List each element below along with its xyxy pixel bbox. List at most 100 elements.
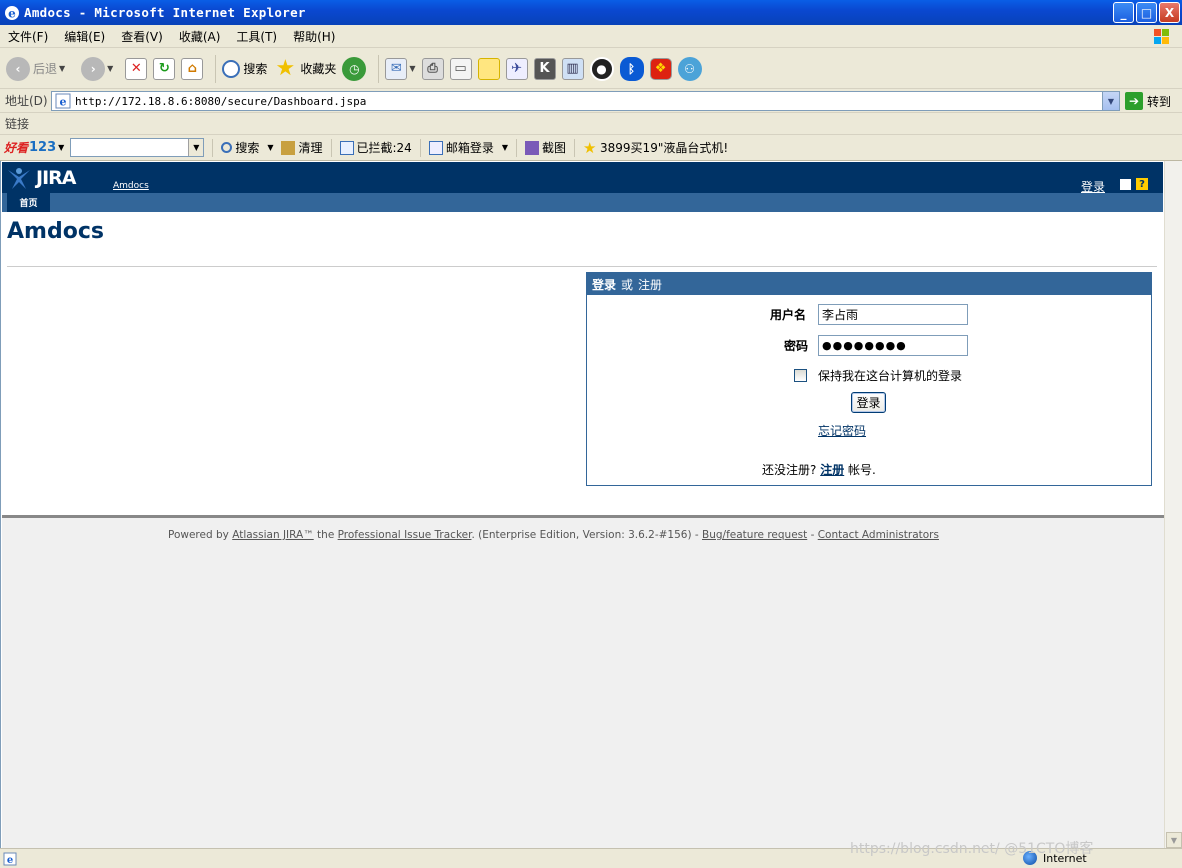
refresh-button[interactable]: ↻ (153, 57, 176, 80)
research-button[interactable]: ▥ (561, 57, 584, 80)
hao123-blocked-label: 已拦截:24 (356, 141, 412, 155)
password-field[interactable]: ●●●●●●●● (818, 335, 968, 356)
go-arrow-icon: ➔ (1125, 92, 1143, 110)
hao123-ad-label: 3899买19"液晶台式机! (600, 141, 729, 155)
hao123-mail-button[interactable]: 邮箱登录 ▼ (428, 139, 508, 156)
hao123-separator (212, 138, 214, 157)
watermark: https://blog.csdn.net/ @51CTO博客 (850, 841, 1094, 857)
msn-button[interactable]: ⚇ (677, 56, 702, 81)
stop-button[interactable]: ✕ (125, 57, 148, 80)
address-label: 地址(D) (5, 94, 48, 108)
address-dropdown-icon[interactable]: ▼ (1102, 92, 1119, 110)
menu-favorites[interactable]: 收藏(A) (171, 28, 229, 45)
ie-logo-icon: e (5, 5, 19, 20)
scroll-down-icon[interactable]: ▼ (1166, 832, 1182, 848)
msn-people-icon: ⚇ (677, 56, 702, 81)
login-header-or: 或 (621, 277, 634, 292)
menu-file[interactable]: 文件(F) (0, 28, 56, 45)
discuss-button[interactable] (477, 57, 500, 80)
hao123-separator (419, 138, 421, 157)
print-icon: ⎙ (421, 57, 444, 80)
print-button[interactable]: ⎙ (421, 57, 444, 80)
back-button[interactable]: ‹ 后退 ▼ (6, 56, 65, 81)
atlassian-jira-link[interactable]: Atlassian JIRA™ (232, 529, 314, 541)
links-bar: 链接 (0, 113, 1182, 135)
hao123-search-dropdown-icon[interactable]: ▼ (267, 143, 273, 152)
print-icon[interactable] (1120, 179, 1131, 190)
qq-button[interactable]: ● (589, 56, 614, 81)
issue-tracker-link[interactable]: Professional Issue Tracker (338, 529, 472, 541)
page-viewport: JIRA Amdocs 登录 ? 首页 Amdocs 登录 或 注册 用户名 李… (0, 161, 1164, 848)
menu-help[interactable]: 帮助(H) (285, 28, 343, 45)
wallet-button[interactable]: ❖ (649, 57, 672, 80)
hao123-dropdown-icon[interactable]: ▼ (58, 143, 64, 152)
hao123-logo-text: 好看 (4, 141, 29, 155)
go-button[interactable]: ➔ 转到 (1125, 92, 1171, 110)
maximize-button[interactable]: □ (1136, 2, 1157, 23)
menu-edit[interactable]: 编辑(E) (56, 28, 113, 45)
messenger-icon: ✈ (505, 57, 528, 80)
signup-prefix: 还没注册? (762, 463, 817, 477)
forward-dropdown-icon[interactable]: ▼ (107, 64, 113, 73)
hao123-screenshot-button[interactable]: 截图 (525, 139, 566, 156)
links-label[interactable]: 链接 (5, 115, 29, 132)
edit-button[interactable]: ▭ (449, 57, 472, 80)
toolbar-separator (215, 54, 217, 83)
divider (7, 266, 1157, 267)
mail-button[interactable]: ✉ ▼ (385, 57, 416, 80)
k-tool-button[interactable]: K (533, 57, 556, 80)
remember-me-label: 保持我在这台计算机的登录 (818, 369, 963, 383)
address-input[interactable]: e http://172.18.8.6:8080/secure/Dashboar… (51, 91, 1120, 111)
svg-text:e: e (60, 96, 67, 109)
menu-view[interactable]: 查看(V) (113, 28, 171, 45)
window-titlebar[interactable]: e Amdocs - Microsoft Internet Explorer _… (0, 0, 1182, 25)
bluetooth-button[interactable]: ᛒ (619, 56, 644, 81)
messenger-button[interactable]: ✈ (505, 57, 528, 80)
login-submit-button[interactable]: 登录 (851, 392, 886, 413)
bug-request-link[interactable]: Bug/feature request (702, 529, 807, 541)
help-icon[interactable]: ? (1136, 178, 1148, 190)
back-dropdown-icon[interactable]: ▼ (59, 64, 65, 73)
hao123-separator (574, 138, 576, 157)
hao123-mail-label: 邮箱登录 (445, 141, 494, 155)
remember-me-checkbox[interactable] (794, 369, 807, 382)
username-field[interactable]: 李占雨 (818, 304, 968, 325)
login-header-register[interactable]: 注册 (638, 276, 662, 293)
hao123-search-input[interactable]: ▼ (70, 138, 205, 157)
vertical-scrollbar[interactable]: ▼ (1164, 161, 1182, 848)
favorites-button[interactable]: ★ 收藏夹 (273, 56, 336, 81)
forgot-password-link[interactable]: 忘记密码 (818, 422, 866, 439)
hao123-input-dropdown-icon[interactable]: ▼ (188, 139, 204, 156)
minimize-button[interactable]: _ (1113, 2, 1134, 23)
hao123-ad-link[interactable]: ★ 3899买19"液晶台式机! (583, 139, 728, 156)
jira-logo[interactable]: JIRA (6, 166, 76, 190)
search-button[interactable]: 搜索 (222, 59, 267, 78)
windows-flag-icon (1154, 29, 1169, 44)
hao123-logo-number: 123 (29, 140, 57, 155)
address-url: http://172.18.8.6:8080/secure/Dashboard.… (75, 94, 367, 108)
history-button[interactable]: ◷ (342, 56, 367, 81)
home-button[interactable]: ⌂ (181, 57, 204, 80)
page-footer: Powered by Atlassian JIRA™ the Professio… (2, 518, 1164, 848)
forward-button[interactable]: › ▼ (81, 56, 113, 81)
contact-admin-link[interactable]: Contact Administrators (818, 529, 939, 541)
hao123-clean-button[interactable]: 清理 (281, 139, 323, 156)
hao123-blocked-button[interactable]: 已拦截:24 (339, 139, 412, 156)
hao123-search-button[interactable]: 搜索 ▼ (221, 139, 273, 156)
home-icon: ⌂ (181, 57, 204, 80)
mail-dropdown-icon[interactable]: ▼ (409, 64, 415, 73)
hao123-mail-dropdown-icon[interactable]: ▼ (502, 143, 508, 152)
signup-link[interactable]: 注册 (820, 463, 844, 477)
hao123-separator (330, 138, 332, 157)
standard-toolbar: ‹ 后退 ▼ › ▼ ✕ ↻ ⌂ 搜索 ★ 收藏夹 ◷ ✉ ▼ ⎙ ▭ ✈ K … (0, 49, 1182, 89)
project-link[interactable]: Amdocs (113, 181, 149, 191)
hao123-logo[interactable]: 好看 123 ▼ (4, 139, 64, 156)
magnifier-icon (221, 142, 233, 153)
page-icon: e (55, 93, 71, 109)
tab-home[interactable]: 首页 (7, 193, 50, 212)
jira-nav-bar: 首页 (2, 193, 1163, 212)
menu-bar: 文件(F) 编辑(E) 查看(V) 收藏(A) 工具(T) 帮助(H) (0, 25, 1182, 48)
close-button[interactable]: X (1159, 2, 1180, 23)
red-badge-icon: ❖ (649, 57, 672, 80)
menu-tools[interactable]: 工具(T) (228, 28, 285, 45)
